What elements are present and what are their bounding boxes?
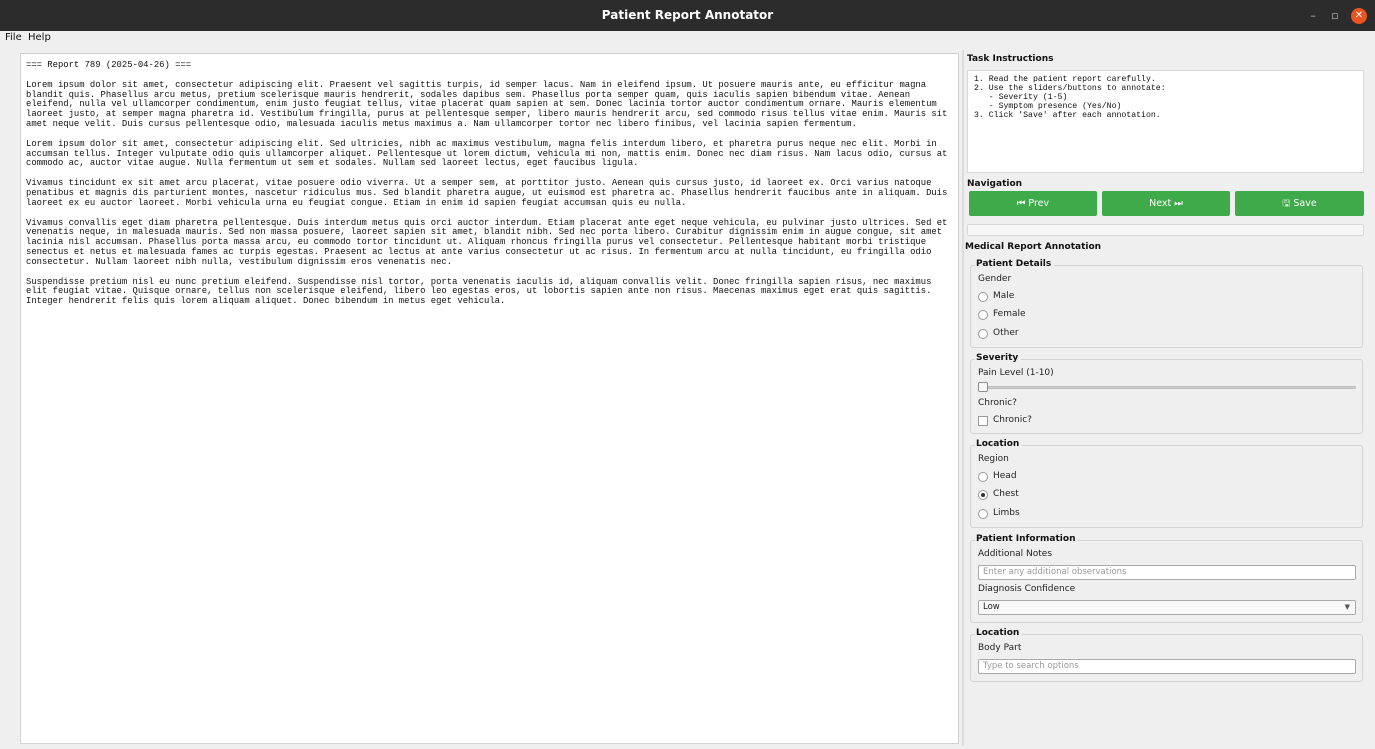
radio-circle-selected [978,490,988,500]
report-paragraph: Lorem ipsum dolor sit amet, consectetur … [26,138,948,169]
additional-notes-label: Additional Notes [978,549,1053,559]
patient-details-title: Patient Details [975,259,1055,269]
chronic-label: Chronic? [978,398,1017,408]
gender-label: Gender [978,274,1012,284]
location-group: Location Region Head Chest Limbs [970,439,1363,528]
radio-circle [978,292,988,302]
radio-circle [978,329,988,339]
window-title: Patient Report Annotator [601,8,774,22]
annotation-title: Medical Report Annotation [965,242,1102,252]
patient-information-title: Patient Information [975,534,1079,544]
close-icon[interactable]: ✕ [1351,8,1367,24]
severity-title: Severity [975,353,1022,363]
diagnosis-confidence-select[interactable]: Low ▼ [978,600,1356,615]
radio-label: Limbs [993,508,1020,518]
checkbox-box [978,416,988,426]
region-label: Region [978,454,1009,464]
progress-bar [967,224,1364,236]
patient-details-group: Patient Details Gender Male Female Other [970,259,1363,348]
body-part-group: Location Body Part Type to search option… [970,628,1363,682]
report-paragraph: Suspendisse pretium nisl eu nunc pretium… [26,276,932,307]
severity-group: Severity Pain Level (1-10) Chronic? Chro… [970,353,1363,434]
instructions-box: 1. Read the patient report carefully. 2.… [967,70,1364,173]
navigation-buttons: ⏮ Prev Next ⏭ 🖫 Save [969,191,1364,216]
report-paragraph: Vivamus tincidunt ex sit amet arcu place… [26,178,948,208]
navigation-title: Navigation [967,179,1023,189]
maximize-icon[interactable]: ▫ [1327,8,1343,24]
radio-circle [978,472,988,482]
radio-circle [978,310,988,320]
prev-button[interactable]: ⏮ Prev [969,191,1097,216]
pain-level-slider-handle[interactable] [978,382,988,392]
radio-label: Other [993,328,1019,338]
report-paragraph: Vivamus convallis eget diam pharetra pel… [26,217,948,267]
radio-label: Male [993,291,1015,301]
pain-level-slider[interactable] [978,386,1356,389]
checkbox-label: Chronic? [993,415,1032,425]
radio-label: Head [993,471,1017,481]
report-paragraph: Lorem ipsum dolor sit amet, consectetur … [26,79,948,129]
report-text-area[interactable]: === Report 789 (2025-04-26) === Lorem ip… [20,53,959,744]
diagnosis-confidence-label: Diagnosis Confidence [978,584,1076,594]
save-button[interactable]: 🖫 Save [1235,191,1364,216]
next-button[interactable]: Next ⏭ [1102,191,1230,216]
location-title: Location [975,439,1023,449]
body-part-input[interactable]: Type to search options [978,659,1356,674]
menu-file[interactable]: File [5,32,22,43]
location2-title: Location [975,628,1023,638]
patient-information-group: Patient Information Additional Notes Ent… [970,534,1363,623]
menu-bar: File Help [0,31,1375,45]
additional-notes-input[interactable]: Enter any additional observations [978,565,1356,580]
title-bar: Patient Report Annotator – ▫ ✕ [0,0,1375,31]
chevron-down-icon: ▼ [1344,603,1350,611]
annotation-panel: Task Instructions 1. Read the patient re… [963,47,1371,747]
report-header: === Report 789 (2025-04-26) === [26,60,192,70]
radio-label: Female [993,309,1026,319]
menu-help[interactable]: Help [28,32,51,43]
body-part-label: Body Part [978,643,1022,653]
radio-circle [978,509,988,519]
radio-label: Chest [993,489,1019,499]
minimize-icon[interactable]: – [1305,8,1321,24]
select-value: Low [983,602,1000,612]
pain-level-label: Pain Level (1-10) [978,368,1054,378]
instructions-title: Task Instructions [967,54,1054,64]
